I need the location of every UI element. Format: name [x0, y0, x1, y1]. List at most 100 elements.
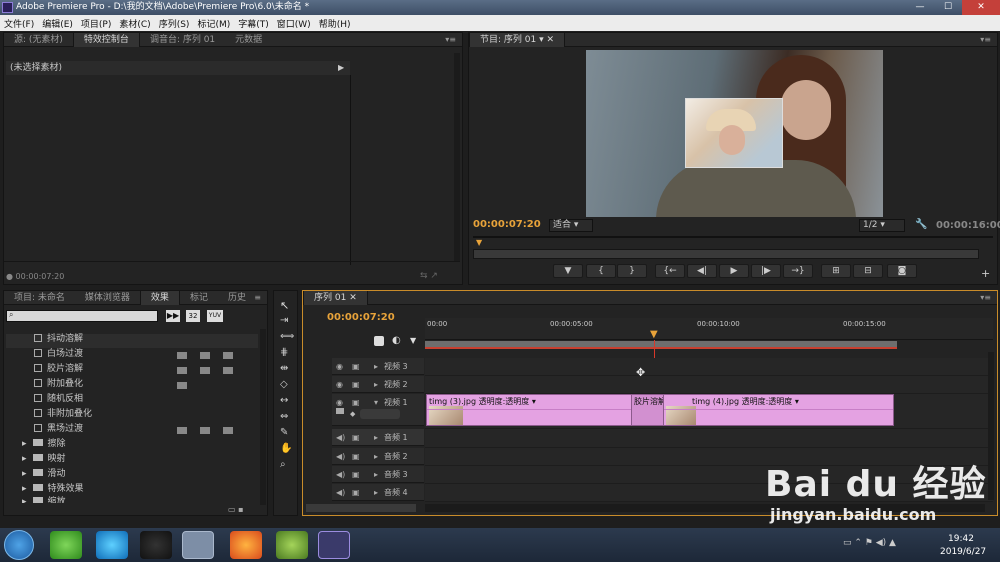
menu-project[interactable]: 项目(P): [81, 17, 111, 30]
clip-timg-4[interactable]: timg (4).jpg 透明度:透明度 ▾: [663, 394, 894, 426]
folder-map[interactable]: ▸ 映射: [22, 452, 66, 466]
effect-item-dip-to-black[interactable]: 黑场过渡: [34, 422, 83, 436]
zoom-scroll-bar[interactable]: [473, 249, 979, 259]
speaker-icon[interactable]: ◀): [336, 448, 345, 465]
tab-metadata[interactable]: 元数据: [225, 33, 272, 47]
clip-effect-dropdown[interactable]: 透明度:透明度: [479, 397, 530, 406]
folder-special-effect[interactable]: ▸ 特殊效果: [22, 482, 84, 496]
effects-search-input[interactable]: ⌕: [6, 310, 158, 322]
ripple-edit-tool-icon[interactable]: ⟺: [280, 331, 294, 342]
expand-arrow-icon[interactable]: ▸: [374, 484, 378, 501]
tab-media-browser[interactable]: 媒体浏览器: [75, 291, 140, 305]
effect-item-random-invert[interactable]: 随机反相: [34, 392, 83, 406]
tab-sequence[interactable]: 序列 01 ✕: [303, 290, 368, 305]
menu-help[interactable]: 帮助(H): [319, 17, 351, 30]
pen-tool-icon[interactable]: ✎: [280, 427, 288, 438]
scrollbar[interactable]: [260, 329, 266, 505]
speaker-icon[interactable]: ◀): [336, 429, 345, 446]
new-bin-icon[interactable]: ▭ ▪: [228, 505, 244, 514]
close-button[interactable]: ✕: [962, 0, 1000, 15]
expand-arrow-icon[interactable]: ▸: [374, 448, 378, 465]
tab-effect-controls[interactable]: 特效控制台: [72, 32, 140, 47]
lock-icon[interactable]: ▣: [352, 484, 360, 501]
tab-project[interactable]: 项目: 未命名: [4, 291, 75, 305]
add-marker-icon[interactable]: ▼: [410, 336, 416, 345]
wrench-icon[interactable]: 🔧: [915, 219, 927, 230]
tab-audio-mixer[interactable]: 调音台: 序列 01: [140, 33, 225, 47]
clip-timg-3[interactable]: timg (3).jpg 透明度:透明度 ▾: [426, 394, 662, 426]
app-360-icon[interactable]: [50, 531, 82, 559]
go-to-in-button[interactable]: {←: [655, 264, 685, 278]
export-frame-button[interactable]: ◙: [887, 264, 917, 278]
folder-wipe[interactable]: ▸ 擦除: [22, 437, 66, 451]
header-scrollbar[interactable]: [306, 504, 416, 512]
eye-icon[interactable]: ◉: [336, 376, 343, 393]
accelerated-effects-icon[interactable]: ▶▶: [166, 310, 180, 322]
start-button[interactable]: [4, 530, 34, 560]
panel-menu-icon[interactable]: ▾≡: [980, 293, 991, 302]
mark-in-button[interactable]: {: [586, 264, 616, 278]
rate-stretch-tool-icon[interactable]: ⇹: [280, 363, 288, 374]
effect-item-film-dissolve[interactable]: 胶片溶解: [34, 362, 83, 376]
selection-tool-icon[interactable]: ↖: [280, 299, 289, 312]
menu-file[interactable]: 文件(F): [4, 17, 34, 30]
app-browser-icon[interactable]: [96, 531, 128, 559]
mark-out-button[interactable]: }: [617, 264, 647, 278]
expand-arrow-icon[interactable]: ▶: [338, 61, 350, 75]
zoom-tool-icon[interactable]: ⌕: [280, 459, 286, 470]
scrollbar[interactable]: [454, 53, 460, 261]
step-forward-button[interactable]: |▶: [751, 264, 781, 278]
lock-icon[interactable]: ▣: [352, 448, 360, 465]
rolling-edit-tool-icon[interactable]: ⋕: [280, 347, 288, 358]
resolution-dropdown[interactable]: 1/2 ▾: [859, 219, 905, 232]
step-back-button[interactable]: ◀|: [687, 264, 717, 278]
add-button-icon[interactable]: +: [981, 267, 990, 280]
expand-arrow-icon[interactable]: ▸: [374, 376, 378, 393]
snap-icon[interactable]: [374, 336, 384, 346]
track-header-audio-4[interactable]: ◀) ▣ ▸ 音频 4: [332, 484, 424, 501]
program-video-frame[interactable]: [586, 50, 883, 217]
menu-sequence[interactable]: 序列(S): [159, 17, 190, 30]
app-firefox-icon[interactable]: [230, 531, 262, 559]
linked-selection-icon[interactable]: ◐: [392, 335, 401, 346]
track-select-tool-icon[interactable]: ⇥: [280, 315, 288, 326]
32bit-effects-icon[interactable]: 32: [186, 310, 200, 322]
vertical-scrollbar[interactable]: [988, 352, 994, 500]
app-qq-icon[interactable]: [140, 531, 172, 559]
effect-item-dither-dissolve[interactable]: 抖动溶解: [34, 332, 83, 346]
app-premiere-icon[interactable]: [318, 531, 350, 559]
add-marker-button[interactable]: ▼: [553, 264, 583, 278]
lock-icon[interactable]: ▣: [352, 429, 360, 446]
extract-button[interactable]: ⊟: [853, 264, 883, 278]
minimize-button[interactable]: —: [906, 0, 934, 15]
track-lane-audio-1[interactable]: [425, 429, 993, 448]
work-area-bar[interactable]: [425, 341, 897, 349]
tab-history[interactable]: 历史: [218, 291, 256, 305]
track-header-video-2[interactable]: ◉ ▣ ▸ 视频 2: [332, 376, 424, 393]
tab-effects[interactable]: 效果: [139, 290, 180, 305]
menu-edit[interactable]: 编辑(E): [42, 17, 73, 30]
menu-title[interactable]: 字幕(T): [238, 17, 269, 30]
panel-menu-icon[interactable]: ▾≡: [980, 35, 991, 44]
keyframe-navigator[interactable]: [360, 409, 400, 419]
lock-icon[interactable]: ▣: [352, 358, 360, 375]
folder-slide[interactable]: ▸ 滑动: [22, 467, 66, 481]
lift-button[interactable]: ⊞: [821, 264, 851, 278]
hand-tool-icon[interactable]: ✋: [280, 443, 292, 454]
panel-menu-icon[interactable]: ≡: [254, 293, 261, 302]
tab-markers[interactable]: 标记: [180, 291, 218, 305]
tab-source[interactable]: 源: (无素材): [4, 33, 73, 47]
panel-menu-icon[interactable]: ▾≡: [445, 35, 456, 44]
folder-zoom[interactable]: ▸ 缩放: [22, 495, 66, 503]
maximize-button[interactable]: ☐: [934, 0, 962, 15]
menu-window[interactable]: 窗口(W): [277, 17, 311, 30]
track-header-audio-1[interactable]: ◀) ▣ ▸ 音频 1: [332, 429, 424, 446]
clip-effect-dropdown[interactable]: 透明度:透明度: [742, 397, 793, 406]
playhead-marker-icon[interactable]: ▼: [476, 238, 482, 247]
effect-item-dip-to-white[interactable]: 白场过渡: [34, 347, 83, 361]
expand-arrow-icon[interactable]: ▸: [374, 358, 378, 375]
effect-item-non-additive-dissolve[interactable]: 非附加叠化: [34, 407, 92, 421]
track-lane-video-2[interactable]: [425, 376, 993, 394]
speaker-icon[interactable]: ◀): [336, 466, 345, 483]
track-header-audio-2[interactable]: ◀) ▣ ▸ 音频 2: [332, 448, 424, 465]
